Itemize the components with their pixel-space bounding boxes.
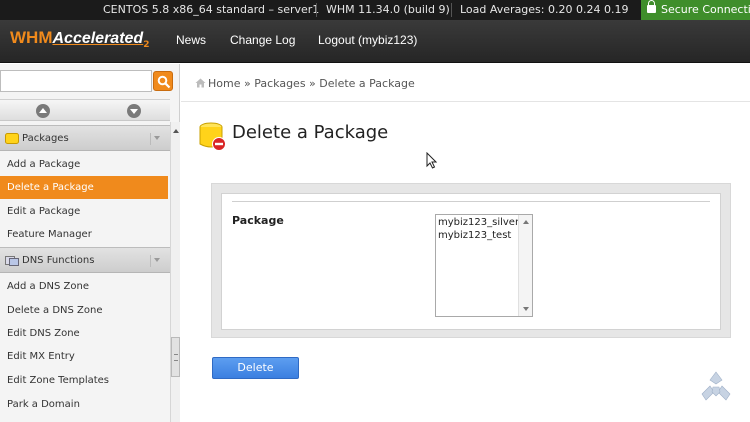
delete-package-icon xyxy=(199,122,226,151)
package-option[interactable]: mybiz123_silver xyxy=(438,217,519,228)
chevron-down-icon[interactable] xyxy=(127,104,141,118)
delete-button[interactable]: Delete xyxy=(212,357,299,379)
load-averages: Load Averages: 0.20 0.24 0.19 xyxy=(460,3,629,16)
news-link[interactable]: News xyxy=(176,33,206,47)
dns-icon xyxy=(5,256,19,266)
cpanel-logo-icon xyxy=(701,371,731,401)
package-label: Package xyxy=(232,214,284,227)
sidebar-item-edit-mx-entry[interactable]: Edit MX Entry xyxy=(0,345,168,368)
change-log-link[interactable]: Change Log xyxy=(230,33,295,47)
breadcrumb-separator: » xyxy=(309,77,316,90)
package-select-list[interactable]: mybiz123_silver mybiz123_test xyxy=(435,214,533,317)
breadcrumb: Home » Packages » Delete a Package xyxy=(195,77,415,90)
sidebar-item-add-dns-zone[interactable]: Add a DNS Zone xyxy=(0,275,168,298)
search-button[interactable] xyxy=(153,71,173,91)
chevron-down-icon[interactable] xyxy=(150,255,162,267)
breadcrumb-home-link[interactable]: Home xyxy=(208,77,240,90)
secure-connection-label: Secure Connection xyxy=(661,3,750,16)
form-panel: Package mybiz123_silver mybiz123_test xyxy=(221,193,721,330)
chevron-down-icon[interactable] xyxy=(150,133,162,145)
package-icon xyxy=(5,133,19,144)
sidebar: Packages Add a Package Delete a Package … xyxy=(0,64,180,422)
whm-version: WHM 11.34.0 (build 9) xyxy=(326,3,450,16)
sidebar-section-dns-functions[interactable]: DNS Functions xyxy=(0,247,170,273)
status-divider xyxy=(451,3,452,17)
search-icon xyxy=(157,75,171,89)
breadcrumb-current: Delete a Package xyxy=(319,77,415,90)
status-divider xyxy=(316,3,317,17)
form-divider xyxy=(232,201,710,202)
breadcrumb-packages-link[interactable]: Packages xyxy=(254,77,305,90)
sidebar-scrollbar[interactable] xyxy=(170,122,180,422)
scroll-up-arrow-icon[interactable] xyxy=(173,129,179,133)
breadcrumb-separator: » xyxy=(243,77,251,90)
sidebar-item-edit-package[interactable]: Edit a Package xyxy=(0,200,168,223)
logout-link[interactable]: Logout (mybiz123) xyxy=(318,33,417,47)
home-icon xyxy=(195,78,206,88)
sidebar-item-edit-zone-templates[interactable]: Edit Zone Templates xyxy=(0,369,168,392)
sidebar-scrollbar-thumb[interactable] xyxy=(171,337,180,377)
sidebar-search-input[interactable] xyxy=(0,70,152,92)
mouse-cursor-icon xyxy=(426,152,437,169)
status-bar: CENTOS 5.8 x86_64 standard – server1 WHM… xyxy=(0,0,750,20)
top-navigation: WHMAccelerated2 News Change Log Logout (… xyxy=(0,20,750,63)
whm-logo[interactable]: WHMAccelerated2 xyxy=(10,28,149,54)
page-title: Delete a Package xyxy=(232,122,389,143)
secure-connection-indicator: Secure Connection xyxy=(641,0,750,20)
logo-whm-text: WHM xyxy=(10,28,53,47)
chevron-up-icon[interactable] xyxy=(36,104,50,118)
logo-subscript: 2 xyxy=(143,40,150,51)
sidebar-section-label: DNS Functions xyxy=(22,255,95,266)
scroll-up-arrow-icon[interactable] xyxy=(523,220,529,224)
breadcrumb-divider xyxy=(181,101,750,102)
sidebar-section-packages[interactable]: Packages xyxy=(0,125,170,151)
sidebar-scroll-controls xyxy=(0,99,170,121)
scroll-down-arrow-icon[interactable] xyxy=(523,307,529,311)
package-option[interactable]: mybiz123_test xyxy=(438,230,511,241)
sidebar-item-delete-package[interactable]: Delete a Package xyxy=(0,176,168,199)
sidebar-item-delete-dns-zone[interactable]: Delete a DNS Zone xyxy=(0,299,168,322)
sidebar-item-edit-dns-zone[interactable]: Edit DNS Zone xyxy=(0,322,168,345)
sidebar-item-feature-manager[interactable]: Feature Manager xyxy=(0,223,168,246)
sidebar-section-label: Packages xyxy=(22,133,69,144)
lock-icon xyxy=(647,0,656,13)
package-list-scrollbar[interactable] xyxy=(518,215,532,316)
server-info: CENTOS 5.8 x86_64 standard – server1 xyxy=(103,3,320,16)
sidebar-item-add-package[interactable]: Add a Package xyxy=(0,153,168,176)
delete-package-form: Package mybiz123_silver mybiz123_test xyxy=(211,183,731,338)
logo-accelerated-text: Accelerated xyxy=(52,30,144,47)
sidebar-item-park-domain[interactable]: Park a Domain xyxy=(0,393,168,416)
